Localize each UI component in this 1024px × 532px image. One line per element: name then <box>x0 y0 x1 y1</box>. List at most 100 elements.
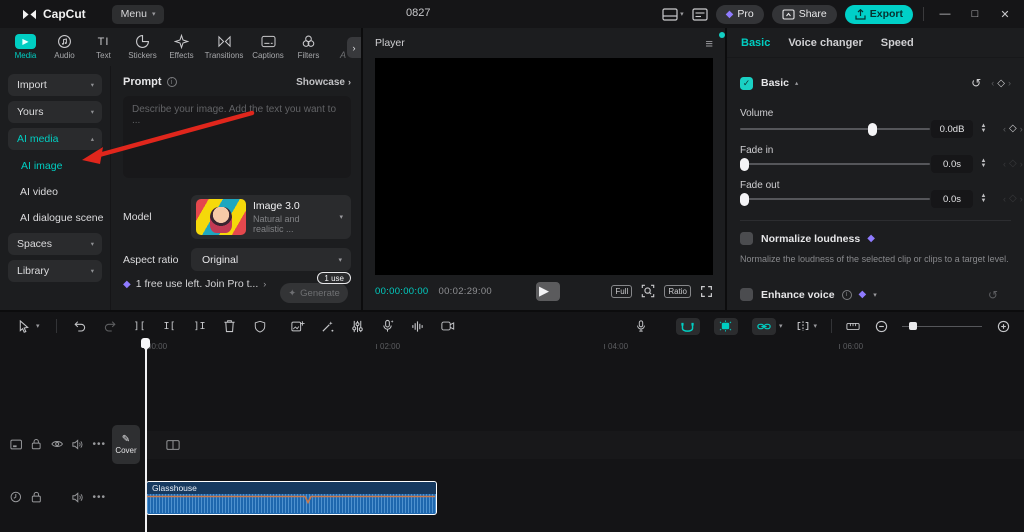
split-button[interactable]: ][ <box>133 319 147 333</box>
fade-in-slider[interactable] <box>740 158 930 170</box>
fullscreen-icon[interactable] <box>700 285 713 298</box>
tab-adjust-partial[interactable]: A <box>340 50 346 60</box>
zoom-in-button[interactable] <box>996 319 1010 333</box>
sidebar-item-yours[interactable]: Yours▾ <box>8 101 102 123</box>
mask-button[interactable] <box>253 319 267 333</box>
model-select[interactable]: Image 3.0 Natural and realistic ... ▾ <box>191 195 351 239</box>
fade-out-slider-thumb[interactable] <box>740 193 749 206</box>
fade-in-keyframe[interactable]: ‹◇› <box>1003 158 1023 169</box>
collapse-icon[interactable]: ▴ <box>795 79 798 87</box>
fade-in-value[interactable]: 0.0s <box>931 155 973 173</box>
sidebar-item-library[interactable]: Library▾ <box>8 260 102 282</box>
fade-out-value[interactable]: 0.0s <box>931 190 973 208</box>
cover-button[interactable]: ✎ Cover <box>112 425 140 464</box>
smart-tools-button[interactable] <box>321 319 335 333</box>
tab-voice-changer[interactable]: Voice changer <box>788 37 862 49</box>
tab-filters[interactable]: Filters <box>289 34 328 60</box>
zoom-out-button[interactable] <box>874 319 888 333</box>
timeline-view-button[interactable] <box>846 319 860 333</box>
tab-audio[interactable]: Audio <box>45 34 84 60</box>
fade-in-stepper[interactable]: ▲▼ <box>977 155 990 173</box>
keyframe-control[interactable]: ‹ ◇ › <box>991 78 1011 89</box>
tab-transitions[interactable]: Transitions <box>201 34 247 60</box>
lock-icon[interactable] <box>31 491 42 503</box>
volume-slider[interactable] <box>740 123 930 135</box>
tab-basic[interactable]: Basic <box>741 37 770 49</box>
keyframe-next-icon[interactable]: › <box>1008 78 1011 88</box>
add-frame-button[interactable] <box>291 319 305 333</box>
timeline-ruler[interactable]: 00:00 02:00 04:00 06:00 <box>0 340 1024 354</box>
basic-checkbox[interactable]: ✓ <box>740 77 753 90</box>
pro-button[interactable]: ◆ Pro <box>716 5 764 24</box>
keyframe-prev-icon[interactable]: ‹ <box>991 78 994 88</box>
split-keep-right-button[interactable]: ]I <box>193 319 207 333</box>
sidebar-item-ai-media[interactable]: AI media▴ <box>8 128 102 150</box>
reset-icon[interactable]: ↺ <box>971 76 981 90</box>
split-view-button[interactable]: ▾ <box>796 320 817 332</box>
generate-button[interactable]: ✦ Generate <box>280 283 348 303</box>
speaker-icon[interactable] <box>72 492 84 503</box>
zoom-slider-thumb[interactable] <box>909 322 917 330</box>
voiceover-button[interactable] <box>634 319 648 333</box>
menu-button[interactable]: Menu ▾ <box>112 5 165 24</box>
record-button[interactable] <box>441 319 455 333</box>
sidebar-item-ai-image[interactable]: AI image <box>8 155 102 177</box>
tab-speed[interactable]: Speed <box>881 37 914 49</box>
playhead-line[interactable] <box>145 340 147 532</box>
full-button[interactable]: Full <box>611 285 632 298</box>
timeline-zoom-slider[interactable] <box>902 321 982 331</box>
snap-toggle[interactable] <box>676 318 700 335</box>
export-button[interactable]: Export <box>845 5 913 24</box>
audio-clip-glasshouse[interactable]: Glasshouse <box>146 481 437 515</box>
free-use-banner[interactable]: ◆ 1 free use left. Join Pro t... › ✦ Gen… <box>123 267 351 301</box>
track-frame-icon[interactable] <box>10 439 22 450</box>
tab-media[interactable]: ▶ Media <box>6 34 45 60</box>
video-track-lane[interactable] <box>146 431 1024 459</box>
video-preview[interactable] <box>375 58 713 275</box>
more-icon[interactable]: ••• <box>92 439 106 450</box>
ratio-button[interactable]: Ratio <box>664 285 691 298</box>
tab-captions[interactable]: Captions <box>247 34 289 60</box>
volume-slider-thumb[interactable] <box>868 123 877 136</box>
ai-voice-button[interactable] <box>381 319 395 333</box>
play-button[interactable]: ▶ <box>539 283 549 299</box>
volume-stepper[interactable]: ▲▼ <box>977 120 990 138</box>
playhead-handle[interactable] <box>141 338 150 348</box>
volume-keyframe[interactable]: ‹◇› <box>1003 123 1023 134</box>
layout-toggle-button[interactable]: ▾ <box>662 8 684 21</box>
reset-icon-dim[interactable]: ↺ <box>988 288 998 302</box>
adjust-button[interactable] <box>351 319 365 333</box>
sidebar-item-ai-dialogue-scene[interactable]: AI dialogue scene <box>8 207 102 229</box>
speaker-icon[interactable] <box>72 439 83 450</box>
speed-circle-icon[interactable] <box>10 491 22 503</box>
sidebar-item-spaces[interactable]: Spaces▾ <box>8 233 102 255</box>
prompt-input[interactable] <box>123 96 351 178</box>
tab-effects[interactable]: Effects <box>162 34 201 60</box>
tabs-overflow-button[interactable]: › <box>347 37 361 58</box>
focus-zoom-icon[interactable] <box>641 284 655 298</box>
normalize-checkbox[interactable]: ✓ <box>740 232 753 245</box>
fade-out-keyframe[interactable]: ‹◇› <box>1003 193 1023 204</box>
enhance-voice-checkbox[interactable]: ✓ <box>740 288 753 301</box>
player-menu-icon[interactable]: ≡ <box>705 36 713 51</box>
tab-stickers[interactable]: Stickers <box>123 34 162 60</box>
sidebar-item-import[interactable]: Import▾ <box>8 74 102 96</box>
more-icon[interactable]: ••• <box>93 492 107 503</box>
preview-axis-toggle[interactable] <box>714 318 738 335</box>
tab-text[interactable]: TI Text <box>84 34 123 60</box>
window-maximize-button[interactable]: □ <box>964 8 986 20</box>
audio-wave-button[interactable] <box>411 319 425 333</box>
keyframe-diamond-icon[interactable]: ◇ <box>997 78 1005 89</box>
sidebar-item-ai-video[interactable]: AI video <box>8 181 102 203</box>
eye-icon[interactable] <box>51 439 63 449</box>
fade-in-slider-thumb[interactable] <box>740 158 749 171</box>
showcase-link[interactable]: Showcase › <box>296 77 351 88</box>
delete-button[interactable] <box>223 319 237 333</box>
volume-value[interactable]: 0.0dB <box>931 120 973 138</box>
redo-button[interactable] <box>103 319 117 333</box>
undo-button[interactable] <box>73 319 87 333</box>
split-keep-left-button[interactable]: I[ <box>163 319 177 333</box>
lock-icon[interactable] <box>31 438 41 450</box>
fade-out-slider[interactable] <box>740 193 930 205</box>
window-minimize-button[interactable]: — <box>934 8 956 20</box>
